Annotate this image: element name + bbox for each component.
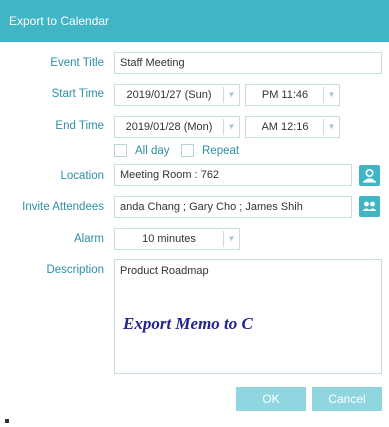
start-time-picker[interactable]: PM 11:46 ▼ [245,84,340,106]
people-icon [362,201,377,211]
invite-attendees-label: Invite Attendees [22,201,104,213]
location-input[interactable]: Meeting Room : 762 [114,164,352,186]
end-date-value: 2019/01/28 (Mon) [125,121,213,133]
start-time-value: PM 11:46 [261,89,309,101]
all-day-label: All day [135,145,170,157]
chevron-down-icon[interactable]: ▼ [223,231,239,247]
chevron-down-icon[interactable]: ▼ [323,87,339,103]
end-time-label: End Time [55,120,104,132]
window-corner-mark [5,419,9,423]
repeat-checkbox[interactable] [181,144,194,157]
description-label: Description [46,264,104,276]
start-time-label: Start Time [51,88,104,100]
chevron-down-icon[interactable]: ▼ [223,87,239,103]
export-memo-caption: Export Memo to C [123,314,253,333]
all-day-checkbox[interactable] [114,144,127,157]
end-time-picker[interactable]: AM 12:16 ▼ [245,116,340,138]
alarm-value: 10 minutes [142,233,196,245]
alarm-select[interactable]: 10 minutes ▼ [114,228,240,250]
person-pin-icon [363,169,376,183]
attendees-picker-button[interactable] [359,196,380,217]
start-date-value: 2019/01/27 (Sun) [126,89,212,101]
chevron-down-icon[interactable]: ▼ [323,119,339,135]
event-title-label: Event Title [50,57,104,69]
alarm-label: Alarm [73,233,104,245]
chevron-down-icon[interactable]: ▼ [223,119,239,135]
start-date-picker[interactable]: 2019/01/27 (Sun) ▼ [114,84,240,106]
repeat-label: Repeat [202,145,240,157]
ok-button[interactable]: OK [236,387,306,411]
end-date-picker[interactable]: 2019/01/28 (Mon) ▼ [114,116,240,138]
location-label: Location [60,170,104,182]
end-time-value: AM 12:16 [261,121,309,133]
event-title-input[interactable]: Staff Meeting [114,52,382,74]
export-to-calendar-dialog: Export to Calendar Event Title Staff Mee… [0,0,389,427]
dialog-title: Export to Calendar [9,14,110,28]
location-picker-button[interactable] [359,165,380,186]
invite-attendees-input[interactable]: anda Chang ; Gary Cho ; James Shih [114,196,352,218]
title-bar: Export to Calendar [0,0,389,42]
cancel-button[interactable]: Cancel [312,387,382,411]
